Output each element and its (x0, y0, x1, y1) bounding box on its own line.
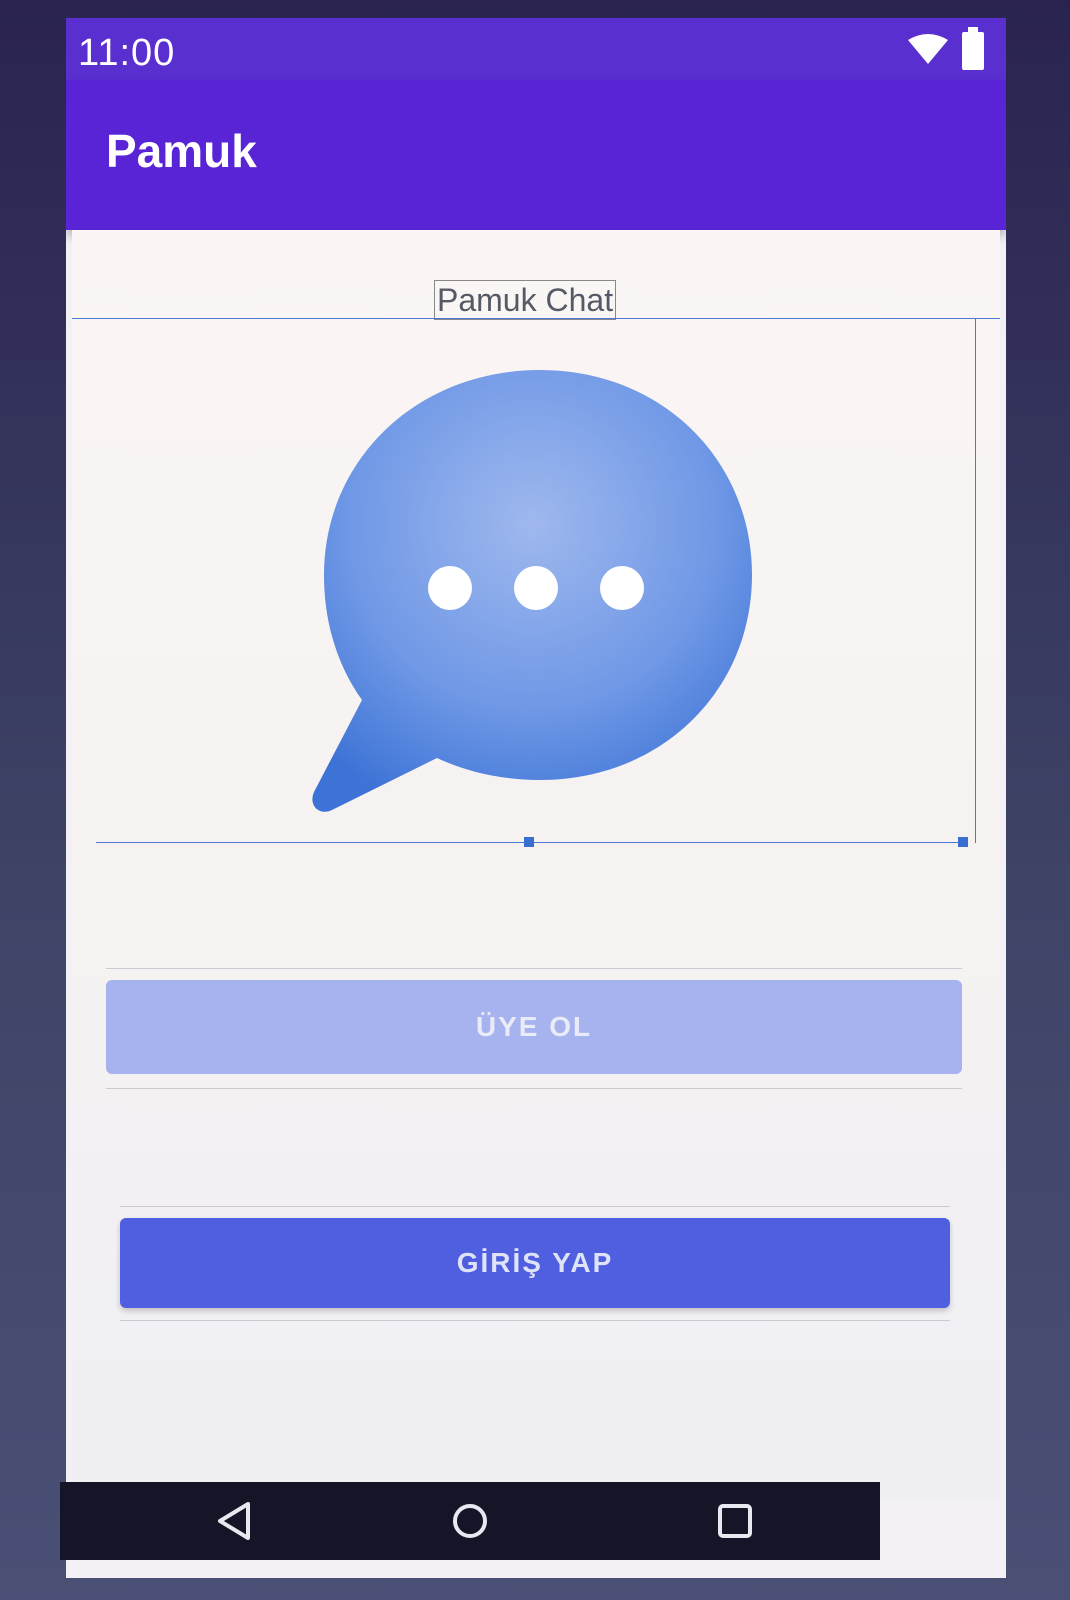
resize-handle[interactable] (524, 837, 534, 847)
resize-handle[interactable] (958, 837, 968, 847)
app-bar: Pamuk (66, 80, 1006, 230)
layout-guide (72, 318, 1000, 319)
navigation-bar (60, 1482, 880, 1560)
divider (120, 1206, 950, 1207)
recents-icon[interactable] (710, 1496, 760, 1546)
back-icon[interactable] (210, 1496, 260, 1546)
home-icon[interactable] (445, 1496, 495, 1546)
wifi-icon (908, 34, 948, 64)
layout-guide (975, 318, 976, 843)
main-content: Pamuk Chat ÜYE OL GİRİŞ YAP (72, 230, 1000, 1500)
register-button[interactable]: ÜYE OL (106, 980, 962, 1074)
divider (106, 968, 962, 969)
page-title: Pamuk Chat (434, 280, 617, 320)
status-bar: 11:00 (66, 18, 1006, 80)
divider (120, 1320, 950, 1321)
app-title: Pamuk (106, 125, 257, 177)
login-button[interactable]: GİRİŞ YAP (120, 1218, 950, 1308)
battery-icon (962, 27, 984, 70)
divider (106, 1088, 962, 1089)
chat-bubble-icon (312, 370, 752, 812)
device-screen: 11:00 Pamuk Pamuk Chat ÜYE OL GİRİŞ YAP (66, 18, 1006, 1578)
status-time: 11:00 (78, 32, 176, 74)
